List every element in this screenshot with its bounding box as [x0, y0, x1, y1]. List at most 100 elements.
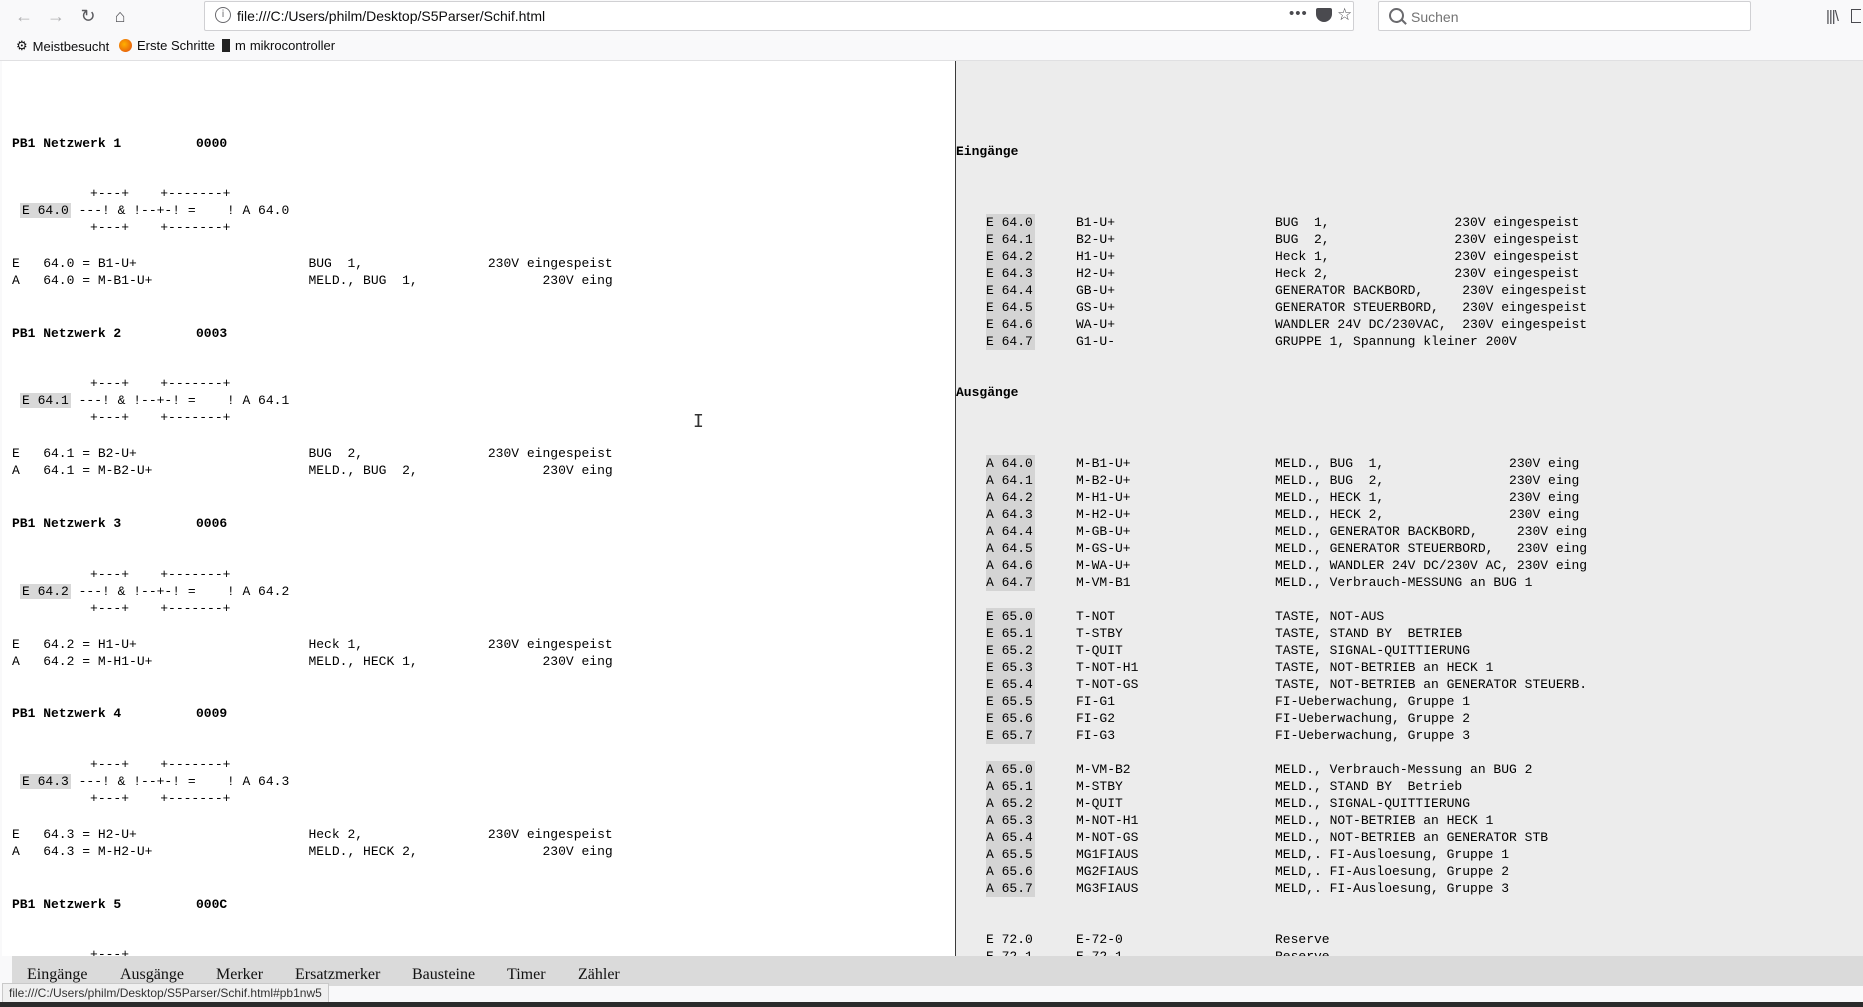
operand-address[interactable]: A 64.3 [986, 506, 1035, 523]
pocket-icon[interactable] [1316, 8, 1332, 22]
bookmark-label: mikrocontroller [249, 38, 336, 53]
operand-address[interactable]: E 65.4 [986, 676, 1035, 693]
operand-address[interactable]: E 72.0 [986, 931, 1035, 948]
info-icon[interactable]: i [215, 7, 231, 23]
forward-arrow-icon[interactable]: → [44, 4, 68, 28]
network-title: PB1 Netzwerk 1 [12, 136, 122, 151]
operand-address[interactable]: A 65.2 [986, 795, 1035, 812]
nav-link-merker[interactable]: Merker [216, 966, 263, 984]
ladder-diagram-bottom: +---+ +-------+ [12, 791, 231, 806]
network-listing-pane[interactable]: PB1 Netzwerk 1 0000 +---+ +-------+ E 64… [2, 61, 955, 956]
network-title: PB1 Netzwerk 2 [12, 326, 122, 341]
operand-address[interactable]: E 64.7 [986, 333, 1035, 350]
operand-address[interactable]: E 65.3 [986, 659, 1035, 676]
symbol-comment: Heck 1, 230V eingespeist [1275, 249, 1580, 264]
url-text[interactable]: file:///C:/Users/philm/Desktop/S5Parser/… [237, 8, 545, 24]
symbol-comment: MELD., HECK 2, 230V eing [1275, 507, 1580, 522]
input-anchor[interactable]: E 64.1 [20, 393, 71, 408]
address-bar[interactable]: i file:///C:/Users/philm/Desktop/S5Parse… [204, 1, 1354, 31]
symbol-comment: MELD., NOT-BETRIEB an HECK 1 [1275, 813, 1494, 828]
operand-address[interactable]: A 64.0 [986, 455, 1035, 472]
symbol-line-output: A 64.0 = M-B1-U+ MELD., BUG 1, 230V eing [12, 273, 613, 288]
nav-link-zaehler[interactable]: Zähler [578, 966, 620, 984]
operand-address[interactable]: E 64.5 [986, 299, 1035, 316]
operand-address[interactable]: E 64.2 [986, 248, 1035, 265]
operand-address[interactable]: E 72.1 [986, 948, 1035, 956]
ladder-diagram-bottom: +---+ +-------+ [12, 220, 231, 235]
search-bar[interactable] [1378, 1, 1751, 31]
network-address: 0000 [196, 136, 228, 151]
operand-address[interactable]: E 65.2 [986, 642, 1035, 659]
operand-address[interactable]: A 64.6 [986, 557, 1035, 574]
symbol-comment: MELD., HECK 1, 230V eing [1275, 490, 1580, 505]
operand-address[interactable]: A 65.6 [986, 863, 1035, 880]
bookmark-meistbesucht[interactable]: ⚙ Meistbesucht [16, 38, 109, 54]
symbol-comment: MELD., WANDLER 24V DC/230V AC, 230V eing [1275, 558, 1588, 573]
operand-address[interactable]: A 64.2 [986, 489, 1035, 506]
ladder-diagram-row: E 64.1 ---! & !--+-! = ! A 64.1 [12, 392, 289, 409]
search-input[interactable] [1409, 6, 1733, 28]
ladder-diagram-top: +---+ +-------+ [12, 186, 231, 201]
nav-link-eingaenge[interactable]: Eingänge [27, 966, 87, 984]
input-anchor[interactable]: E 64.0 [20, 203, 71, 218]
bookmark-erste-schritte[interactable]: Erste Schritte [119, 38, 215, 53]
operand-address[interactable]: A 65.0 [986, 761, 1035, 778]
symbol-comment: FI-Ueberwachung, Gruppe 1 [1275, 694, 1471, 709]
operand-address[interactable]: A 64.5 [986, 540, 1035, 557]
nav-link-ausgaenge[interactable]: Ausgänge [120, 966, 184, 984]
operand-address[interactable]: A 65.1 [986, 778, 1035, 795]
nav-link-timer[interactable]: Timer [507, 966, 546, 984]
symbol-name: MG3FIAUS [1076, 881, 1139, 896]
symbol-comment: FI-Ueberwachung, Gruppe 3 [1275, 728, 1471, 743]
symbol-name: T-NOT-GS [1076, 677, 1139, 692]
symbol-name: T-NOT [1076, 609, 1116, 624]
network-address: 0006 [196, 516, 228, 531]
operand-address[interactable]: A 64.1 [986, 472, 1035, 489]
operand-address[interactable]: E 64.3 [986, 265, 1035, 282]
symbol-name: M-H2-U+ [1076, 507, 1131, 522]
symbol-name: M-VM-B2 [1076, 762, 1131, 777]
operand-address[interactable]: A 65.7 [986, 880, 1035, 897]
symbol-comment: TASTE, NOT-AUS [1275, 609, 1385, 624]
operand-address[interactable]: E 65.7 [986, 727, 1035, 744]
operand-address[interactable]: A 65.4 [986, 829, 1035, 846]
symbol-table-pane[interactable]: Eingänge E 64.0 B1-U+ BUG 1, 230V eingespe… [956, 61, 1863, 956]
back-arrow-icon[interactable]: ← [12, 4, 36, 28]
nav-link-ersatzmerker[interactable]: Ersatzmerker [295, 966, 380, 984]
input-anchor[interactable]: E 64.3 [20, 774, 71, 789]
operand-address[interactable]: E 64.1 [986, 231, 1035, 248]
network-title: PB1 Netzwerk 4 [12, 706, 122, 721]
operand-address[interactable]: E 65.6 [986, 710, 1035, 727]
operand-address[interactable]: A 65.5 [986, 846, 1035, 863]
symbol-name: T-NOT-H1 [1076, 660, 1139, 675]
reload-icon[interactable]: ↻ [76, 4, 100, 28]
symbol-name: FI-G1 [1076, 694, 1116, 709]
operand-address[interactable]: E 65.1 [986, 625, 1035, 642]
symbol-line-input: E 64.3 = H2-U+ Heck 2, 230V eingespeist [12, 827, 613, 842]
symbol-name: M-GS-U+ [1076, 541, 1131, 556]
ladder-diagram-row: E 64.2 ---! & !--+-! = ! A 64.2 [12, 583, 289, 600]
library-icon[interactable]: |||\ [1826, 8, 1839, 25]
sidebar-icon[interactable] [1851, 9, 1861, 23]
ladder-diagram-mid: ---! & !--+-! = ! A 64.1 [70, 393, 290, 408]
bookmark-star-icon[interactable]: ☆ [1337, 5, 1352, 25]
input-anchor[interactable]: E 64.2 [20, 584, 71, 599]
symbol-name: M-B2-U+ [1076, 473, 1131, 488]
operand-address[interactable]: A 64.4 [986, 523, 1035, 540]
operand-address[interactable]: A 65.3 [986, 812, 1035, 829]
bookmark-label: Erste Schritte [137, 38, 216, 53]
operand-address[interactable]: A 64.7 [986, 574, 1035, 591]
bottom-navigation: Eingänge Ausgänge Merker Ersatzmerker Ba… [12, 956, 1863, 986]
bookmark-mikrocontroller[interactable]: m mikrocontroller [222, 38, 335, 53]
browser-toolbar: ← → ↻ ⌂ i file:///C:/Users/philm/Desktop… [0, 0, 1863, 61]
bookmark-prefix: m [235, 38, 246, 53]
nav-link-bausteine[interactable]: Bausteine [412, 966, 475, 984]
operand-address[interactable]: E 64.0 [986, 214, 1035, 231]
operand-address[interactable]: E 65.0 [986, 608, 1035, 625]
operand-address[interactable]: E 64.4 [986, 282, 1035, 299]
home-icon[interactable]: ⌂ [108, 4, 132, 28]
operand-address[interactable]: E 65.5 [986, 693, 1035, 710]
page-actions-icon[interactable]: ••• [1289, 5, 1308, 22]
symbol-comment: Reserve [1275, 932, 1330, 947]
operand-address[interactable]: E 64.6 [986, 316, 1035, 333]
